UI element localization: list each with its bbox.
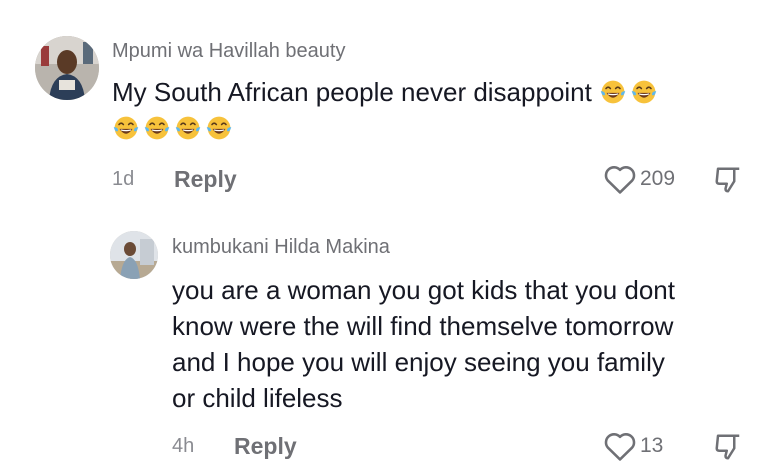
face-with-tears-of-joy-icon (205, 114, 233, 142)
like-count: 209 (640, 167, 676, 190)
comment-text: you are a woman you got kids that you do… (172, 272, 752, 416)
comment-text-line: and I hope you will enjoy seeing you fam… (172, 347, 665, 377)
comment-text-line: you are a woman you got kids that you do… (172, 275, 675, 305)
like-button[interactable]: 209 (603, 163, 675, 195)
avatar[interactable] (35, 36, 99, 100)
face-with-tears-of-joy-icon (599, 78, 627, 106)
comment-text-line: or child lifeless (172, 383, 343, 413)
face-with-tears-of-joy-icon (174, 114, 202, 142)
thumbs-down-icon (715, 434, 740, 460)
comment-time: 4h (172, 435, 195, 457)
comment-text-line: know were the will find themselve tomorr… (172, 311, 674, 341)
comment-text: My South African people never disappoint (112, 74, 752, 146)
avatar[interactable] (110, 231, 158, 279)
emoji-row (112, 110, 752, 146)
reply-button[interactable]: Reply (174, 166, 237, 193)
face-with-tears-of-joy-icon (630, 78, 658, 106)
comment-text-content: My South African people never disappoint (112, 77, 592, 107)
comment-username[interactable]: Mpumi wa Havillah beauty (112, 40, 345, 63)
thumbs-down-icon (715, 167, 740, 193)
like-button[interactable]: 13 (603, 430, 663, 462)
heart-icon (604, 433, 636, 461)
face-with-tears-of-joy-icon (143, 114, 171, 142)
like-count: 13 (640, 434, 664, 457)
reply-button[interactable]: Reply (234, 433, 297, 460)
dislike-button[interactable] (713, 165, 743, 195)
heart-icon (604, 166, 636, 194)
comment-username[interactable]: kumbukani Hilda Makina (172, 236, 390, 259)
comment-time: 1d (112, 168, 135, 190)
face-with-tears-of-joy-icon (112, 114, 140, 142)
emoji-row (599, 77, 661, 107)
dislike-button[interactable] (713, 432, 743, 462)
